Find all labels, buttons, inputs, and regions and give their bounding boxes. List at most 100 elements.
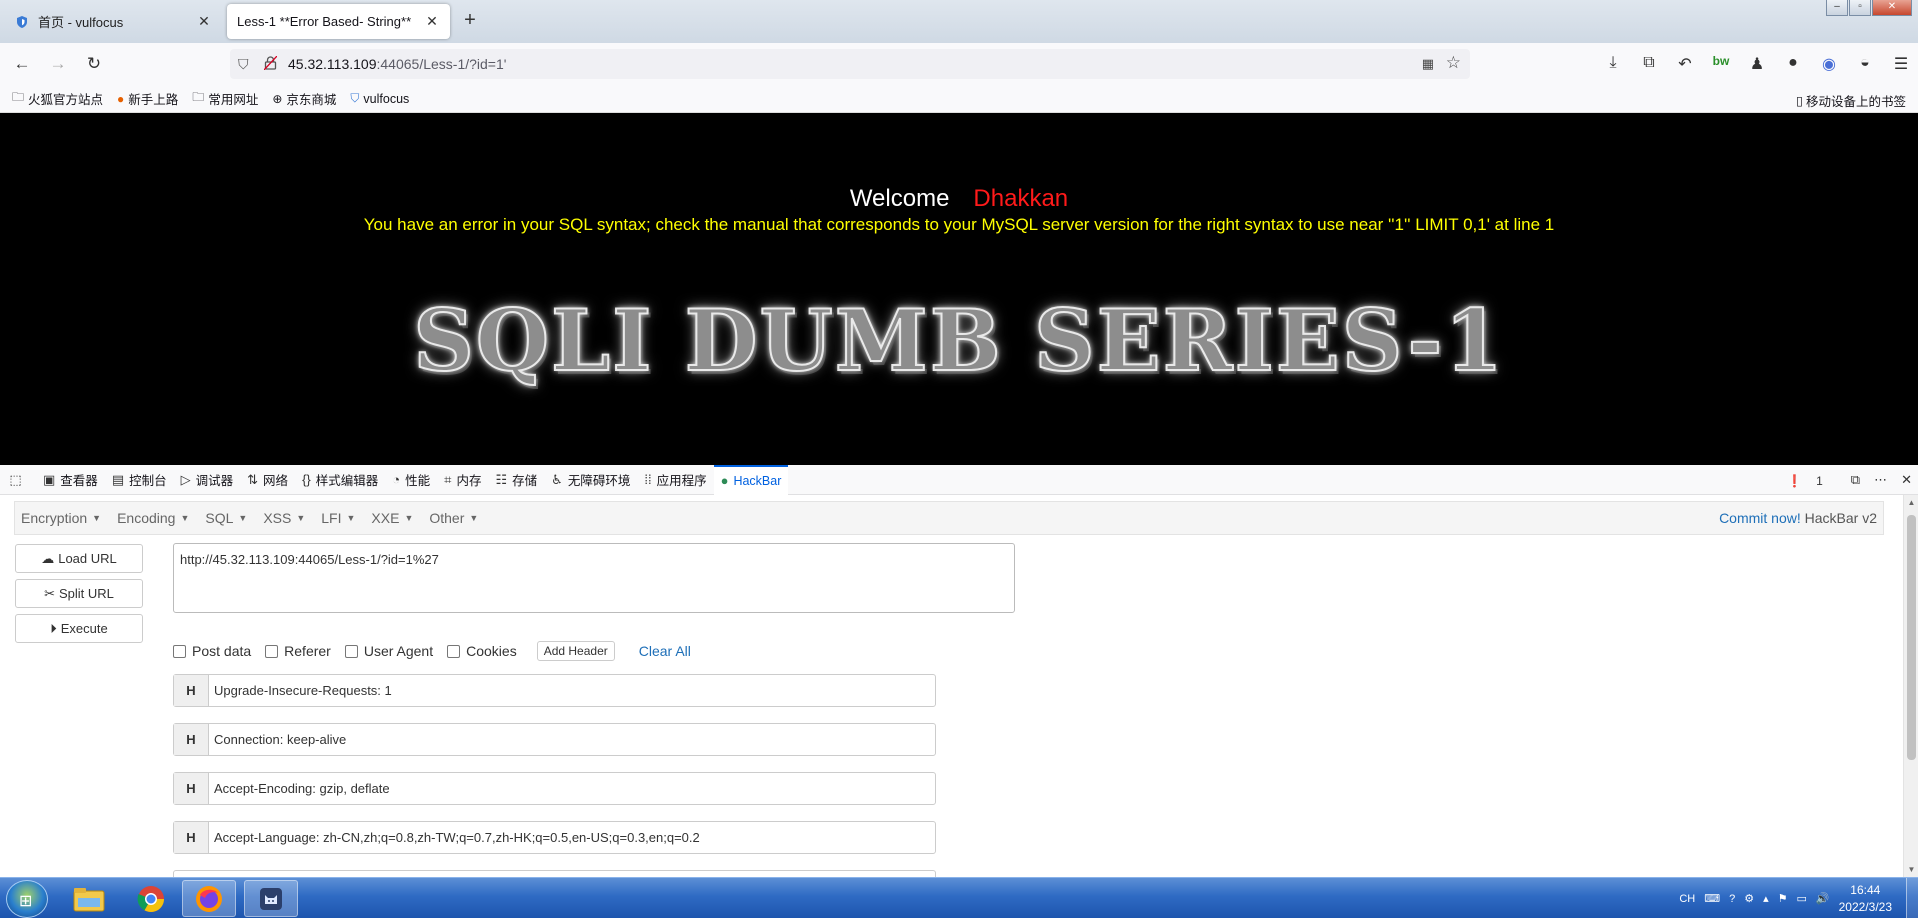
menu-encryption[interactable]: Encryption ▼ <box>15 510 111 526</box>
app-cat-taskbar-icon[interactable] <box>244 880 298 917</box>
close-window-button[interactable]: ✕ <box>1872 0 1912 16</box>
url-textarea[interactable]: http://45.32.113.109:44065/Less-1/?id=1%… <box>173 543 1015 613</box>
header-toggle[interactable]: H <box>174 675 209 706</box>
bookmark-folder[interactable]: 🗀 常用网址 <box>192 88 258 109</box>
grid-icon: ⁞⁞ <box>644 472 652 487</box>
tab-accessibility[interactable]: ♿ 无障碍环境 <box>544 465 637 495</box>
extension-globe-icon[interactable]: ◉ <box>1811 54 1847 74</box>
back-arrow-icon[interactable]: ← <box>12 54 32 74</box>
add-header-button[interactable]: Add Header <box>536 641 615 661</box>
menu-xss[interactable]: XSS ▼ <box>257 510 315 526</box>
extension-hat-icon[interactable]: ◒ <box>1847 54 1883 74</box>
option-cookies[interactable]: Cookies <box>447 643 517 659</box>
bookmark-star-icon[interactable]: ☆ <box>1446 53 1461 73</box>
show-hidden-icons-icon[interactable]: ▴ <box>1763 892 1769 905</box>
tab-memory[interactable]: ⌗ 内存 <box>437 465 488 495</box>
forward-arrow-icon[interactable]: → <box>48 54 68 74</box>
menu-icon[interactable]: ☰ <box>1883 54 1918 74</box>
header-toggle[interactable]: H <box>174 773 209 804</box>
tab-inspector[interactable]: ▣ 查看器 <box>36 465 105 495</box>
extension-person-icon[interactable]: ♟ <box>1739 54 1775 74</box>
firefox-taskbar-icon[interactable] <box>182 880 236 917</box>
qr-code-icon[interactable]: ▦ <box>1422 56 1434 72</box>
new-tab-icon[interactable]: + <box>460 10 480 30</box>
tab-hackbar[interactable]: ● HackBar <box>713 464 789 495</box>
checkbox[interactable] <box>447 644 461 658</box>
header-value[interactable]: Connection: keep-alive <box>209 724 346 755</box>
close-icon[interactable]: ✕ <box>196 13 212 30</box>
mobile-bookmarks[interactable]: ▯ 移动设备上的书签 <box>1796 91 1906 110</box>
option-user-agent[interactable]: User Agent <box>344 643 433 659</box>
header-toggle[interactable]: H <box>174 822 209 853</box>
scroll-down-icon[interactable]: ▼ <box>1904 865 1918 874</box>
split-url-button[interactable]: ✂ Split URL <box>15 579 143 608</box>
menu-lfi[interactable]: LFI ▼ <box>315 510 365 526</box>
menu-sql[interactable]: SQL ▼ <box>199 510 257 526</box>
ime-indicator[interactable]: CH <box>1679 893 1695 905</box>
vertical-scrollbar[interactable]: ▲ ▼ <box>1903 495 1918 877</box>
undo-icon[interactable]: ↶ <box>1667 54 1703 74</box>
bookmark-folder[interactable]: 🗀 火狐官方站点 <box>12 88 103 109</box>
chrome-taskbar-icon[interactable] <box>124 880 178 917</box>
menu-xxe[interactable]: XXE ▼ <box>365 510 423 526</box>
address-bar[interactable]: ⛉ 45.32.113.109:44065/Less-1/?id=1' ▦ ☆ <box>230 49 1470 79</box>
tab-style-editor[interactable]: {} 样式编辑器 <box>295 465 385 495</box>
tab-storage[interactable]: ☷ 存储 <box>488 465 544 495</box>
more-options-icon[interactable]: ⋯ <box>1874 472 1887 488</box>
settings-icon[interactable]: ⚙ <box>1744 892 1754 905</box>
load-url-button[interactable]: ☁ Load URL <box>15 544 143 573</box>
insecure-lock-icon[interactable] <box>263 55 280 73</box>
tab-debugger[interactable]: ▷ 调试器 <box>174 465 241 495</box>
bookmark-item[interactable]: ⊕ 京东商城 <box>272 89 336 108</box>
tab-application[interactable]: ⁞⁞ 应用程序 <box>637 465 713 495</box>
element-picker-icon[interactable]: ⬚ <box>0 465 36 495</box>
header-value[interactable]: Accept-Encoding: gzip, deflate <box>209 773 390 804</box>
shield-favicon-icon <box>14 14 30 30</box>
tab-vulfocus[interactable]: 首页 - vulfocus ✕ <box>4 4 222 39</box>
tab-network[interactable]: ⇅ 网络 <box>240 465 295 495</box>
tab-less-1[interactable]: Less-1 **Error Based- String** ✕ <box>227 4 450 39</box>
clock[interactable]: 16:44 2022/3/23 <box>1839 882 1892 916</box>
tab-performance[interactable]: ◔ 性能 <box>385 465 437 495</box>
clear-all-link[interactable]: Clear All <box>639 643 691 659</box>
reload-icon[interactable]: ↻ <box>84 54 104 74</box>
error-counter[interactable]: ❗ 1 <box>1787 473 1837 488</box>
close-icon[interactable]: ✕ <box>424 13 440 30</box>
bookmark-item[interactable]: ⛉ vulfocus <box>350 91 409 106</box>
header-value[interactable]: Accept-Language: zh-CN,zh;q=0.8,zh-TW;q=… <box>209 822 700 853</box>
error-count: 1 <box>1816 473 1823 488</box>
scroll-thumb[interactable] <box>1907 515 1916 760</box>
menu-encoding[interactable]: Encoding ▼ <box>111 510 199 526</box>
screenshot-crop-icon[interactable]: ⧉ <box>1631 54 1667 74</box>
commit-info: Commit now! HackBar v2 <box>1719 510 1877 526</box>
header-value[interactable]: Upgrade-Insecure-Requests: 1 <box>209 675 392 706</box>
download-icon[interactable]: ⤓ <box>1595 54 1631 74</box>
checkbox[interactable] <box>173 644 186 658</box>
header-toggle[interactable]: H <box>174 724 209 755</box>
extension-bw-icon[interactable]: bw <box>1703 54 1739 74</box>
menu-other[interactable]: Other ▼ <box>423 510 488 526</box>
scroll-up-icon[interactable]: ▲ <box>1904 498 1918 507</box>
explorer-taskbar-icon[interactable] <box>62 880 116 917</box>
checkbox[interactable] <box>265 644 279 658</box>
start-button[interactable]: ⊞ <box>6 880 48 918</box>
network-icon[interactable]: ▭ <box>1797 892 1807 905</box>
restore-button[interactable]: ▫ <box>1849 0 1871 16</box>
show-desktop-button[interactable] <box>1906 878 1918 918</box>
tracking-shield-icon[interactable]: ⛉ <box>238 56 254 73</box>
option-referer[interactable]: Referer <box>265 643 331 659</box>
checkbox[interactable] <box>344 644 358 658</box>
commit-link[interactable]: Commit now! <box>1719 510 1801 526</box>
execute-button[interactable]: ⏵ Execute <box>15 614 143 643</box>
volume-icon[interactable]: 🔊 <box>1816 892 1830 905</box>
action-center-flag-icon[interactable]: ⚑ <box>1778 892 1788 905</box>
minimize-button[interactable]: – <box>1826 0 1848 16</box>
close-devtools-icon[interactable]: ✕ <box>1901 472 1912 488</box>
keyboard-icon[interactable]: ⌨ <box>1704 892 1720 905</box>
option-post-data[interactable]: Post data <box>173 643 251 659</box>
extension-circle-icon[interactable]: ● <box>1775 54 1811 74</box>
help-icon[interactable]: ? <box>1729 893 1735 905</box>
dock-icon[interactable]: ⧉ <box>1851 472 1860 488</box>
bookmark-item[interactable]: ● 新手上路 <box>117 89 178 108</box>
tab-console[interactable]: ▤ 控制台 <box>105 465 174 495</box>
